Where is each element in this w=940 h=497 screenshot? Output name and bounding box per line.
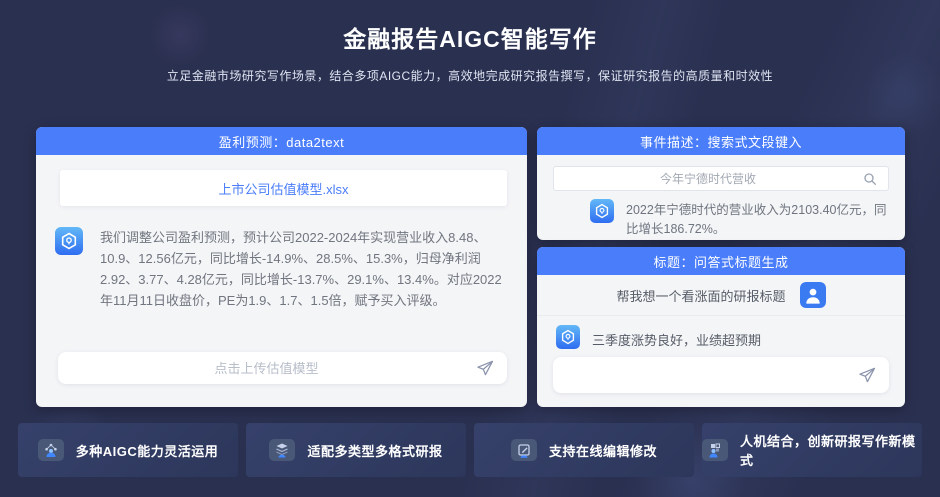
user-message-row: 帮我想一个看涨面的研报标题: [537, 275, 905, 316]
page-subtitle: 立足金融市场研究写作场景，结合多项AIGC能力，高效地完成研究报告撰写，保证研究…: [0, 67, 940, 84]
feature-label: 支持在线编辑修改: [549, 441, 657, 460]
hero: 金融报告AIGC智能写作 立足金融市场研究写作场景，结合多项AIGC能力，高效地…: [0, 20, 940, 84]
uploaded-file-link[interactable]: 上市公司估值模型.xlsx: [218, 179, 348, 198]
ai-bot-avatar-icon: [556, 325, 580, 354]
page: 金融报告AIGC智能写作 立足金融市场研究写作场景，结合多项AIGC能力，高效地…: [0, 0, 940, 497]
upload-input-box[interactable]: [58, 352, 507, 384]
ai-message-row: 我们调整公司盈利预测，预计公司2022-2024年实现营业收入8.48、10.9…: [55, 227, 511, 311]
user-avatar-icon: [800, 282, 826, 308]
send-icon[interactable]: [857, 365, 877, 385]
feature-cards-row: 多种AIGC能力灵活运用 适配多类型多格式研报 支持在: [18, 423, 922, 477]
uploaded-file-card[interactable]: 上市公司估值模型.xlsx: [60, 170, 507, 206]
ai-bot-avatar-icon: [590, 199, 614, 228]
ai-bot-avatar-icon: [55, 227, 83, 311]
ai-message-text: 我们调整公司盈利预测，预计公司2022-2024年实现营业收入8.48、10.9…: [100, 227, 510, 311]
title-generation-panel: 标题：问答式标题生成 帮我想一个看涨面的研报标题: [537, 247, 905, 407]
send-icon[interactable]: [475, 358, 495, 378]
profit-forecast-panel: 盈利预测：data2text 上市公司估值模型.xlsx: [36, 127, 527, 407]
event-search-input[interactable]: [554, 172, 862, 186]
feature-card-multi-format: 适配多类型多格式研报: [246, 423, 466, 477]
ai-message-row: 2022年宁德时代的营业收入为2103.40亿元，同比增长186.72%。: [590, 199, 891, 239]
upload-model-input[interactable]: [58, 361, 475, 376]
feature-card-online-edit: 支持在线编辑修改: [474, 423, 694, 477]
feature-card-human-machine: 人机结合，创新研报写作新模式: [702, 423, 922, 477]
ai-message-text: 三季度涨势良好，业绩超预期: [592, 330, 761, 349]
ai-message-text: 2022年宁德时代的营业收入为2103.40亿元，同比增长186.72%。: [626, 199, 891, 239]
ai-message-row: 三季度涨势良好，业绩超预期: [537, 316, 905, 354]
event-search-box[interactable]: [553, 166, 889, 191]
feature-label: 适配多类型多格式研报: [307, 441, 442, 460]
ai-capability-icon: [38, 439, 64, 461]
page-title: 金融报告AIGC智能写作: [0, 20, 940, 54]
profit-panel-body: 上市公司估值模型.xlsx 我们调整公司盈利预测，预计公司2022-2024年实…: [36, 155, 527, 407]
title-panel-header: 标题：问答式标题生成: [537, 247, 905, 275]
event-description-panel: 事件描述：搜索式文段键入: [537, 127, 905, 240]
multi-format-layers-icon: [269, 439, 295, 461]
title-input-box[interactable]: [553, 357, 889, 393]
feature-card-aigc-capabilities: 多种AIGC能力灵活运用: [18, 423, 238, 477]
human-machine-icon: [702, 439, 728, 461]
user-message-text: 帮我想一个看涨面的研报标题: [616, 286, 785, 305]
profit-panel-header: 盈利预测：data2text: [36, 127, 527, 155]
title-question-input[interactable]: [553, 368, 857, 383]
search-icon[interactable]: [862, 171, 878, 187]
feature-label: 人机结合，创新研报写作新模式: [740, 431, 922, 469]
event-panel-body: 2022年宁德时代的营业收入为2103.40亿元，同比增长186.72%。: [537, 155, 905, 240]
online-edit-icon: [511, 439, 537, 461]
title-panel-body: 帮我想一个看涨面的研报标题: [537, 275, 905, 407]
event-panel-header: 事件描述：搜索式文段键入: [537, 127, 905, 155]
feature-label: 多种AIGC能力灵活运用: [76, 441, 219, 460]
